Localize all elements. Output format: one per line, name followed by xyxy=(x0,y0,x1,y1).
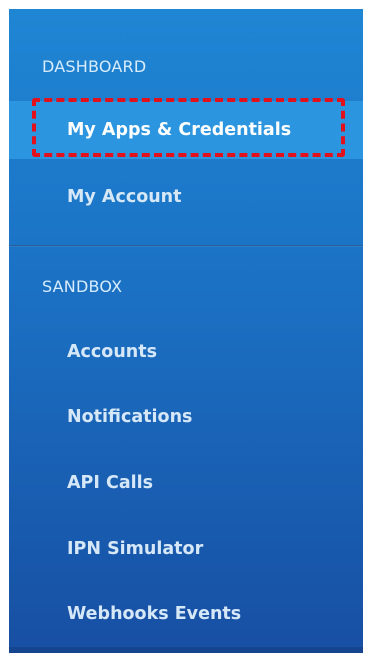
section-title-sandbox: SANDBOX xyxy=(42,277,123,296)
sidebar-item-accounts[interactable]: Accounts xyxy=(9,323,363,381)
section-divider xyxy=(9,245,363,246)
section-title-dashboard: DASHBOARD xyxy=(42,57,147,76)
sidebar-item-ipn-simulator[interactable]: IPN Simulator xyxy=(9,520,363,578)
sidebar-nav: DASHBOARD My Apps & Credentials My Accou… xyxy=(9,9,363,653)
sidebar-item-notifications[interactable]: Notifications xyxy=(9,388,363,446)
sidebar-item-webhooks-events[interactable]: Webhooks Events xyxy=(9,585,363,643)
sidebar-item-my-account[interactable]: My Account xyxy=(9,168,363,226)
sidebar-item-api-calls[interactable]: API Calls xyxy=(9,454,363,512)
sidebar-item-my-apps-credentials[interactable]: My Apps & Credentials xyxy=(9,101,363,159)
